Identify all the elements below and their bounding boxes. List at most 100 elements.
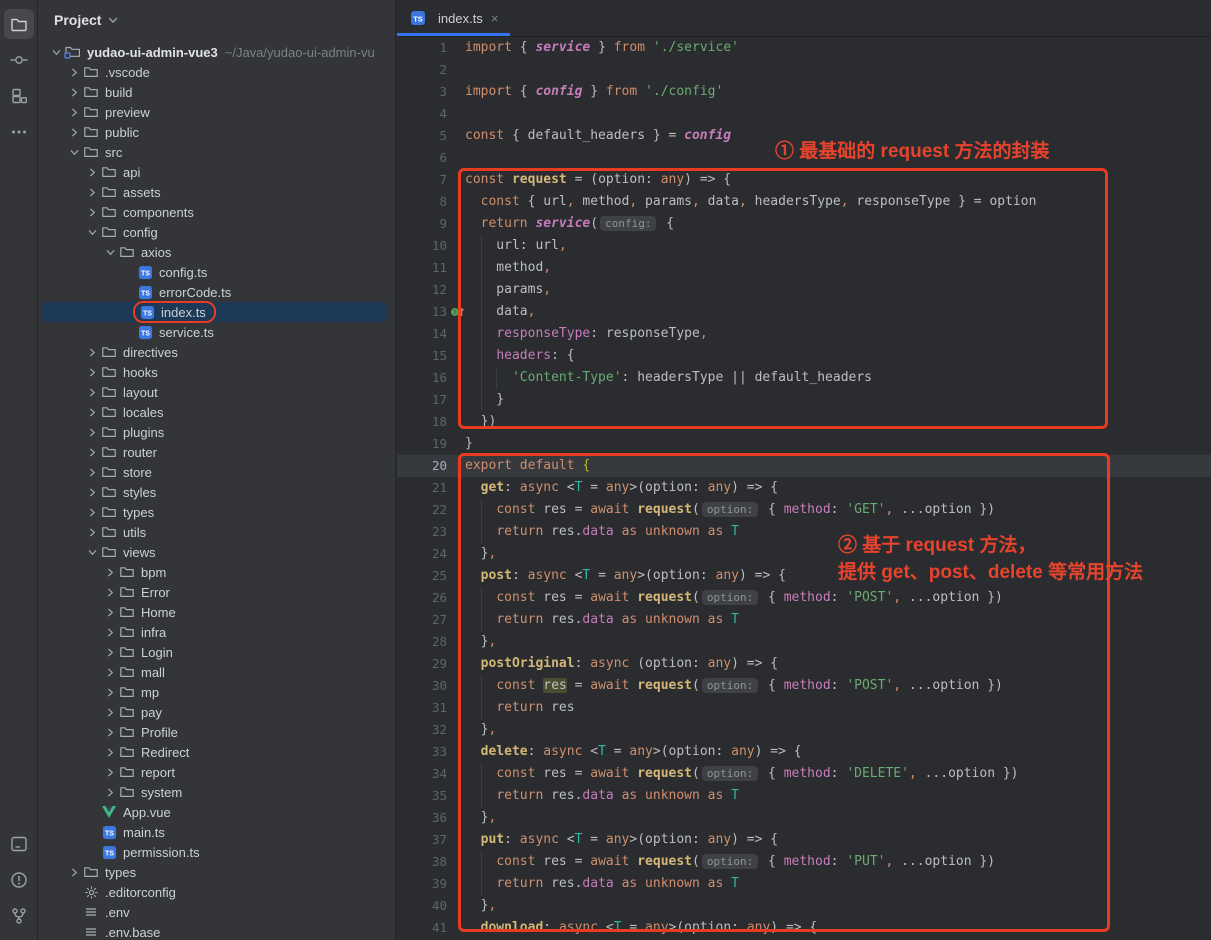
terminal-icon[interactable] bbox=[4, 829, 34, 859]
chevron-right-icon[interactable] bbox=[84, 184, 100, 200]
tree-item-service.ts[interactable]: TSservice.ts bbox=[38, 322, 395, 342]
tree-item-permission.ts[interactable]: TSpermission.ts bbox=[38, 842, 395, 862]
chevron-down-icon[interactable] bbox=[102, 244, 118, 260]
code-line-41[interactable]: 41 download: async <T = any>(option: any… bbox=[397, 917, 1211, 939]
code-line-26[interactable]: 26 const res = await request(option: { m… bbox=[397, 587, 1211, 609]
code-line-36[interactable]: 36 }, bbox=[397, 807, 1211, 829]
chevron-right-icon[interactable] bbox=[66, 124, 82, 140]
project-panel-header[interactable]: Project bbox=[38, 0, 395, 40]
chevron-right-icon[interactable] bbox=[84, 384, 100, 400]
tree-item-hooks[interactable]: hooks bbox=[38, 362, 395, 382]
line-number[interactable]: 11 bbox=[397, 257, 447, 279]
tree-item-store[interactable]: store bbox=[38, 462, 395, 482]
code-line-18[interactable]: 18 }) bbox=[397, 411, 1211, 433]
code-line-25[interactable]: 25 post: async <T = any>(option: any) =>… bbox=[397, 565, 1211, 587]
chevron-right-icon[interactable] bbox=[84, 344, 100, 360]
tree-item-index.ts[interactable]: TSindex.ts bbox=[38, 302, 395, 322]
code-line-2[interactable]: 2 bbox=[397, 59, 1211, 81]
chevron-right-icon[interactable] bbox=[102, 784, 118, 800]
tree-item-axios[interactable]: axios bbox=[38, 242, 395, 262]
code-line-12[interactable]: 12 params, bbox=[397, 279, 1211, 301]
code-line-23[interactable]: 23 return res.data as unknown as T bbox=[397, 521, 1211, 543]
code-line-31[interactable]: 31 return res bbox=[397, 697, 1211, 719]
tree-item-build[interactable]: build bbox=[38, 82, 395, 102]
line-number[interactable]: 28 bbox=[397, 631, 447, 653]
tree-item-styles[interactable]: styles bbox=[38, 482, 395, 502]
line-number[interactable]: 23 bbox=[397, 521, 447, 543]
line-number[interactable]: 15 bbox=[397, 345, 447, 367]
chevron-right-icon[interactable] bbox=[84, 504, 100, 520]
line-number[interactable]: 6 bbox=[397, 147, 447, 169]
tree-item-bpm[interactable]: bpm bbox=[38, 562, 395, 582]
tree-item-report[interactable]: report bbox=[38, 762, 395, 782]
tree-item-layout[interactable]: layout bbox=[38, 382, 395, 402]
chevron-right-icon[interactable] bbox=[66, 104, 82, 120]
tree-item-.vscode[interactable]: .vscode bbox=[38, 62, 395, 82]
chevron-right-icon[interactable] bbox=[102, 704, 118, 720]
tree-item-types[interactable]: types bbox=[38, 502, 395, 522]
chevron-right-icon[interactable] bbox=[102, 644, 118, 660]
tab-index-ts[interactable]: TS index.ts × bbox=[397, 0, 510, 36]
line-number[interactable]: 10 bbox=[397, 235, 447, 257]
chevron-right-icon[interactable] bbox=[102, 604, 118, 620]
code-line-15[interactable]: 15 headers: { bbox=[397, 345, 1211, 367]
code-line-33[interactable]: 33 delete: async <T = any>(option: any) … bbox=[397, 741, 1211, 763]
line-number[interactable]: 31 bbox=[397, 697, 447, 719]
code-line-1[interactable]: 1import { service } from './service' bbox=[397, 37, 1211, 59]
tree-item-profile[interactable]: Profile bbox=[38, 722, 395, 742]
chevron-right-icon[interactable] bbox=[102, 664, 118, 680]
chevron-right-icon[interactable] bbox=[66, 864, 82, 880]
code-line-20[interactable]: 20export default { bbox=[397, 455, 1211, 477]
tree-item-.env[interactable]: .env bbox=[38, 902, 395, 922]
code-line-37[interactable]: 37 put: async <T = any>(option: any) => … bbox=[397, 829, 1211, 851]
line-number[interactable]: 36 bbox=[397, 807, 447, 829]
tree-item-mall[interactable]: mall bbox=[38, 662, 395, 682]
code-line-10[interactable]: 10 url: url, bbox=[397, 235, 1211, 257]
tree-item-config.ts[interactable]: TSconfig.ts bbox=[38, 262, 395, 282]
line-number[interactable]: 13 bbox=[397, 301, 447, 323]
code-line-39[interactable]: 39 return res.data as unknown as T bbox=[397, 873, 1211, 895]
chevron-right-icon[interactable] bbox=[84, 364, 100, 380]
code-line-14[interactable]: 14 responseType: responseType, bbox=[397, 323, 1211, 345]
code-line-4[interactable]: 4 bbox=[397, 103, 1211, 125]
code-line-9[interactable]: 9 return service(config: { bbox=[397, 213, 1211, 235]
tree-item-errorcode.ts[interactable]: TSerrorCode.ts bbox=[38, 282, 395, 302]
tree-item-preview[interactable]: preview bbox=[38, 102, 395, 122]
tree-item-directives[interactable]: directives bbox=[38, 342, 395, 362]
chevron-right-icon[interactable] bbox=[84, 204, 100, 220]
code-line-34[interactable]: 34 const res = await request(option: { m… bbox=[397, 763, 1211, 785]
line-number[interactable]: 14 bbox=[397, 323, 447, 345]
tree-item-app.vue[interactable]: App.vue bbox=[38, 802, 395, 822]
tree-item-views[interactable]: views bbox=[38, 542, 395, 562]
chevron-right-icon[interactable] bbox=[102, 724, 118, 740]
code-line-6[interactable]: 6 bbox=[397, 147, 1211, 169]
code-line-8[interactable]: 8 const { url, method, params, data, hea… bbox=[397, 191, 1211, 213]
code-line-19[interactable]: 19} bbox=[397, 433, 1211, 455]
line-number[interactable]: 17 bbox=[397, 389, 447, 411]
code-line-5[interactable]: 5const { default_headers } = config bbox=[397, 125, 1211, 147]
code-viewport[interactable]: 1import { service } from './service'23im… bbox=[397, 37, 1211, 939]
tree-item-.editorconfig[interactable]: .editorconfig bbox=[38, 882, 395, 902]
tree-item-mp[interactable]: mp bbox=[38, 682, 395, 702]
line-number[interactable]: 40 bbox=[397, 895, 447, 917]
code-line-29[interactable]: 29 postOriginal: async (option: any) => … bbox=[397, 653, 1211, 675]
chevron-right-icon[interactable] bbox=[102, 624, 118, 640]
chevron-right-icon[interactable] bbox=[84, 484, 100, 500]
code-line-35[interactable]: 35 return res.data as unknown as T bbox=[397, 785, 1211, 807]
chevron-down-icon[interactable] bbox=[48, 44, 64, 60]
tree-item-root[interactable]: yudao-ui-admin-vue3~/Java/yudao-ui-admin… bbox=[38, 42, 395, 62]
chevron-right-icon[interactable] bbox=[66, 84, 82, 100]
chevron-down-icon[interactable] bbox=[66, 144, 82, 160]
line-number[interactable]: 21 bbox=[397, 477, 447, 499]
code-line-32[interactable]: 32 }, bbox=[397, 719, 1211, 741]
commit-icon[interactable] bbox=[4, 45, 34, 75]
tree-item-src[interactable]: src bbox=[38, 142, 395, 162]
code-line-24[interactable]: 24 }, bbox=[397, 543, 1211, 565]
tree-item-main.ts[interactable]: TSmain.ts bbox=[38, 822, 395, 842]
code-line-3[interactable]: 3import { config } from './config' bbox=[397, 81, 1211, 103]
line-number[interactable]: 30 bbox=[397, 675, 447, 697]
line-number[interactable]: 33 bbox=[397, 741, 447, 763]
tree-item-locales[interactable]: locales bbox=[38, 402, 395, 422]
line-number[interactable]: 18 bbox=[397, 411, 447, 433]
tree-item-components[interactable]: components bbox=[38, 202, 395, 222]
